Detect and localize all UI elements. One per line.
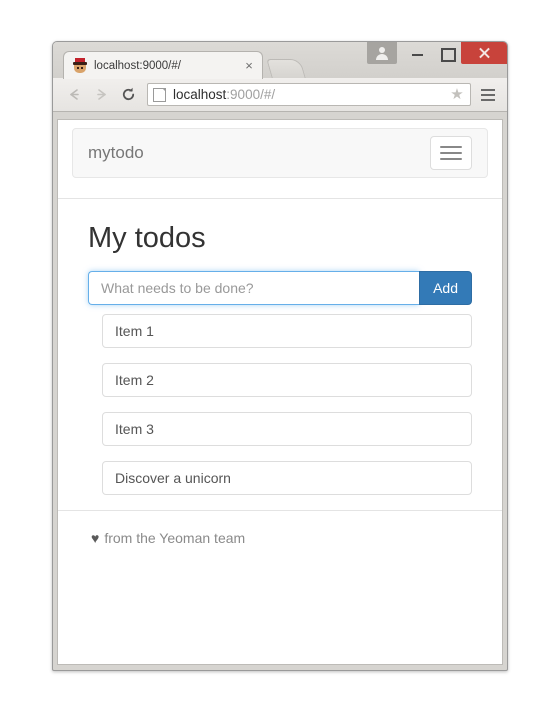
minimize-icon[interactable] xyxy=(403,42,432,64)
tab-title: localhost:9000/#/ xyxy=(94,59,181,72)
reload-icon[interactable] xyxy=(115,81,142,108)
page-document-icon xyxy=(153,87,166,102)
browser-window: localhost:9000/#/ × localhost:9000/#/ ★ … xyxy=(52,41,508,671)
todo-item[interactable]: Item 3 xyxy=(102,412,472,446)
todo-item[interactable]: Item 1 xyxy=(102,314,472,348)
window-controls xyxy=(367,42,507,64)
url-path: :9000/#/ xyxy=(226,87,276,102)
close-icon[interactable] xyxy=(461,42,507,64)
address-bar[interactable]: localhost:9000/#/ ★ xyxy=(147,83,471,106)
footer-text: from the Yeoman team xyxy=(104,530,246,546)
browser-toolbar: localhost:9000/#/ ★ xyxy=(53,78,507,112)
tab-strip: localhost:9000/#/ × xyxy=(53,42,507,79)
new-todo-input[interactable] xyxy=(88,271,420,305)
url-host: localhost xyxy=(173,87,227,102)
new-tab-button[interactable] xyxy=(266,59,306,78)
todo-item[interactable]: Item 2 xyxy=(102,363,472,397)
url-text: localhost:9000/#/ xyxy=(173,87,448,102)
maximize-icon[interactable] xyxy=(432,42,461,64)
tab-close-icon[interactable]: × xyxy=(242,59,256,73)
navbar-toggle-icon[interactable] xyxy=(430,136,472,170)
forward-arrow-icon[interactable] xyxy=(88,81,115,108)
hamburger-menu-icon[interactable] xyxy=(477,84,499,106)
user-avatar-icon[interactable] xyxy=(367,42,397,64)
bookmark-star-icon[interactable]: ★ xyxy=(448,86,466,104)
page-title: My todos xyxy=(88,222,206,254)
navbar-brand[interactable]: mytodo xyxy=(88,143,144,163)
heart-icon: ♥ xyxy=(91,530,100,546)
page-footer: ♥ from the Yeoman team xyxy=(88,511,472,546)
todo-list: Item 1 Item 2 Item 3 Discover a unicorn xyxy=(88,314,472,495)
add-todo-button[interactable]: Add xyxy=(419,271,472,305)
app-navbar: mytodo xyxy=(72,128,488,178)
main-container: My todos Add Item 1 Item 2 Item 3 Discov… xyxy=(58,199,502,546)
todo-item[interactable]: Discover a unicorn xyxy=(102,461,472,495)
add-todo-form: Add xyxy=(88,271,472,305)
back-arrow-icon[interactable] xyxy=(61,81,88,108)
yeoman-favicon-icon xyxy=(72,57,88,74)
browser-tab[interactable]: localhost:9000/#/ × xyxy=(63,51,263,79)
page-viewport: mytodo My todos Add Item 1 Item 2 Item 3… xyxy=(57,119,503,665)
